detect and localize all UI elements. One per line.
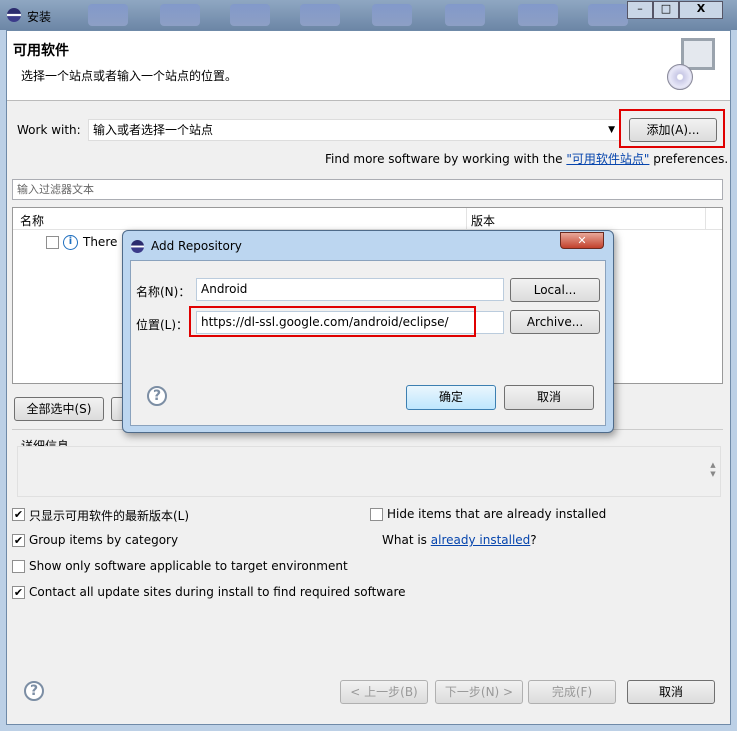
title-bar: 安装 – □ X [0, 0, 737, 30]
show-latest-checkbox[interactable]: ✔ [12, 508, 25, 521]
eclipse-icon [7, 8, 21, 22]
show-applicable-label: Show only software applicable to target … [29, 559, 348, 573]
dialog-body: 名称(N)： Android Local... 位置(L)： https://d… [130, 260, 606, 426]
close-button[interactable]: X [679, 1, 723, 19]
find-more-text: Find more software by working with the "… [325, 152, 729, 166]
maximize-button[interactable]: □ [653, 1, 679, 19]
details-scrollbar[interactable]: ▲ ▼ [706, 461, 720, 481]
contact-all-checkbox[interactable]: ✔ [12, 586, 25, 599]
group-by-category-label: Group items by category [29, 533, 179, 547]
ok-button[interactable]: 确定 [406, 385, 496, 410]
work-with-value: 输入或者选择一个站点 [93, 123, 214, 137]
name-label: 名称(N)： [136, 285, 191, 299]
window-title: 安装 [27, 10, 52, 24]
cancel-button[interactable]: 取消 [627, 680, 715, 704]
already-installed-link[interactable]: already installed [431, 533, 531, 547]
dialog-title: Add Repository [151, 239, 242, 253]
dropdown-arrow-icon[interactable]: ▼ [608, 120, 615, 140]
show-latest-label: 只显示可用软件的最新版本(L) [29, 509, 190, 523]
add-repository-dialog: Add Repository ✕ 名称(N)： Android Local...… [122, 230, 614, 433]
page-title: 可用软件 [13, 43, 69, 59]
filter-input[interactable]: 输入过滤器文本 [12, 179, 723, 200]
finish-button[interactable]: 完成(F) [528, 680, 616, 704]
help-icon[interactable]: ? [24, 681, 44, 701]
dialog-close-button[interactable]: ✕ [560, 232, 604, 249]
column-header-name[interactable]: 名称 [20, 212, 44, 229]
local-button[interactable]: Local... [510, 278, 600, 302]
group-by-category-checkbox[interactable]: ✔ [12, 534, 25, 547]
eclipse-icon [131, 240, 144, 253]
select-all-button[interactable]: 全部选中(S) [14, 397, 104, 421]
back-button[interactable]: < 上一步(B) [340, 680, 428, 704]
show-applicable-checkbox[interactable] [12, 560, 25, 573]
location-highlight [189, 306, 476, 337]
dialog-help-icon[interactable]: ? [147, 386, 167, 406]
archive-button[interactable]: Archive... [510, 310, 600, 334]
table-row-checkbox[interactable] [46, 236, 59, 249]
hide-installed-label: Hide items that are already installed [387, 507, 607, 521]
minimize-button[interactable]: – [627, 1, 653, 19]
work-with-label: Work with: [17, 123, 81, 137]
page-subtitle: 选择一个站点或者输入一个站点的位置。 [21, 69, 238, 83]
what-is-installed-text: What is already installed? [382, 533, 537, 547]
location-label: 位置(L)： [136, 318, 189, 332]
install-monitor-icon [667, 36, 717, 94]
work-with-combo[interactable]: 输入或者选择一个站点 ▼ [88, 119, 620, 141]
column-header-version[interactable]: 版本 [471, 212, 495, 229]
available-sites-link[interactable]: "可用软件站点" [566, 152, 649, 166]
details-area [17, 446, 721, 497]
wizard-header: 可用软件 选择一个站点或者输入一个站点的位置。 [7, 31, 730, 101]
name-input[interactable]: Android [196, 278, 504, 301]
contact-all-label: Contact all update sites during install … [29, 585, 406, 599]
next-button[interactable]: 下一步(N) > [435, 680, 523, 704]
add-button-highlight [619, 109, 725, 148]
dialog-cancel-button[interactable]: 取消 [504, 385, 594, 410]
hide-installed-checkbox[interactable] [370, 508, 383, 521]
info-icon: i [63, 235, 78, 250]
